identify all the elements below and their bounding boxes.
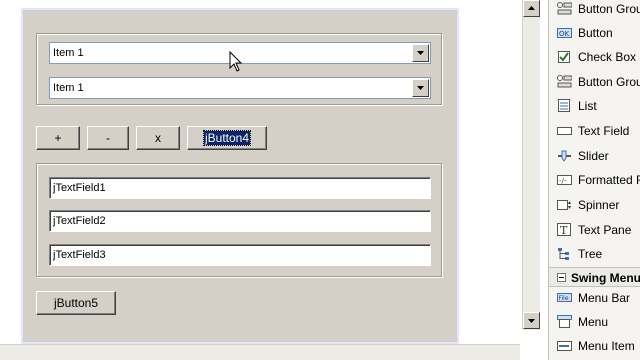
svg-text:File: File [559,295,569,302]
palette-item-label: List [578,99,597,113]
text-field-icon [557,127,572,135]
text-field-panel: jTextField1 jTextField2 jTextField3 [36,163,442,277]
palette-item-menu[interactable]: Menu [557,310,640,334]
checkbox-icon [558,51,570,63]
palette-item-label: Button Group [578,2,640,16]
palette-item-button-group-2[interactable]: Button Group [557,70,640,94]
palette-item-slider[interactable]: Slider [557,144,640,168]
palette-item-menu-bar[interactable]: File Menu Bar [557,286,640,310]
palette-item-menu-item[interactable]: Menu Item [557,334,640,358]
svg-text:-/-: -/- [559,177,567,185]
palette-item-label: Menu [578,315,609,329]
palette-item-label: Menu Bar [578,291,631,305]
text-field-3[interactable]: jTextField3 [49,244,431,266]
horizontal-scrollbar[interactable] [0,344,520,360]
text-field-2[interactable]: jTextField2 [49,210,431,232]
palette-item-label: Slider [578,149,609,163]
text-field-1-value: jTextField1 [53,182,106,194]
palette-item-label: Text Field [578,124,630,138]
text-pane-icon: T [557,223,571,236]
palette-section-label: Swing Menus [571,271,640,285]
palette-item-list[interactable]: List [557,94,640,118]
palette-item-check-box[interactable]: Check Box [557,45,640,69]
button-group-icon [557,2,572,15]
mouse-cursor-icon [229,51,243,72]
plus-button[interactable]: + [36,126,80,150]
x-button[interactable]: x [136,126,180,150]
text-field-2-value: jTextField2 [53,215,106,227]
jbutton4-button[interactable]: jButton4 [187,126,267,150]
component-palette: Button Group OK Button Check Box Button … [548,0,640,360]
menu-bar-icon: File [557,293,572,302]
button-icon: OK [557,28,572,38]
spinner-icon [557,200,571,210]
palette-item-label: Tree [578,247,603,261]
list-icon [558,99,570,112]
palette-item-button[interactable]: OK Button [557,21,640,45]
chevron-down-icon [417,51,424,55]
palette-item-formatted-field[interactable]: -/- Formatted Field [557,168,640,192]
chevron-up-icon [528,6,535,10]
palette-item-label: Check Box [578,50,637,64]
combo-box-2-value: Item 1 [53,82,84,94]
combo-box-1-value: Item 1 [53,47,84,59]
jbutton4-label: jButton4 [202,130,252,146]
palette-item-button-group[interactable]: Button Group [557,0,640,21]
chevron-down-icon [417,86,424,90]
svg-text:T: T [560,224,568,236]
scroll-up-button[interactable] [523,0,540,17]
formatted-field-icon: -/- [557,175,572,185]
jbutton5-button[interactable]: jButton5 [36,291,116,315]
text-field-1[interactable]: jTextField1 [49,177,431,199]
text-field-3-value: jTextField3 [53,249,106,261]
palette-item-text-pane[interactable]: T Text Pane [557,218,640,242]
combo-box-2[interactable]: Item 1 [49,77,431,99]
scroll-down-button[interactable] [523,312,540,329]
collapse-icon [557,273,566,282]
palette-item-text-field[interactable]: Text Field [557,119,640,143]
palette-item-label: Menu Item [578,339,635,353]
palette-item-label: Text Pane [578,223,632,237]
palette-item-label: Spinner [578,198,620,212]
tree-icon [558,248,569,260]
palette-item-tree[interactable]: Tree [557,242,640,266]
combo-box-2-dropdown-button[interactable] [412,79,429,97]
menu-item-icon [557,341,572,351]
slider-icon [558,150,571,162]
minus-button[interactable]: - [87,126,129,150]
menu-icon [557,315,572,328]
combo-box-1-dropdown-button[interactable] [412,44,429,62]
palette-item-label: Formatted Field [578,173,640,187]
palette-item-label: Button [578,26,613,40]
chevron-down-icon [528,319,535,323]
palette-section-swing-menus[interactable]: Swing Menus [549,267,640,287]
svg-text:OK: OK [559,30,570,38]
palette-item-spinner[interactable]: Spinner [557,193,640,217]
button-group-icon [557,75,572,88]
vertical-scrollbar[interactable] [522,0,540,330]
palette-item-label: Button Group [578,75,640,89]
